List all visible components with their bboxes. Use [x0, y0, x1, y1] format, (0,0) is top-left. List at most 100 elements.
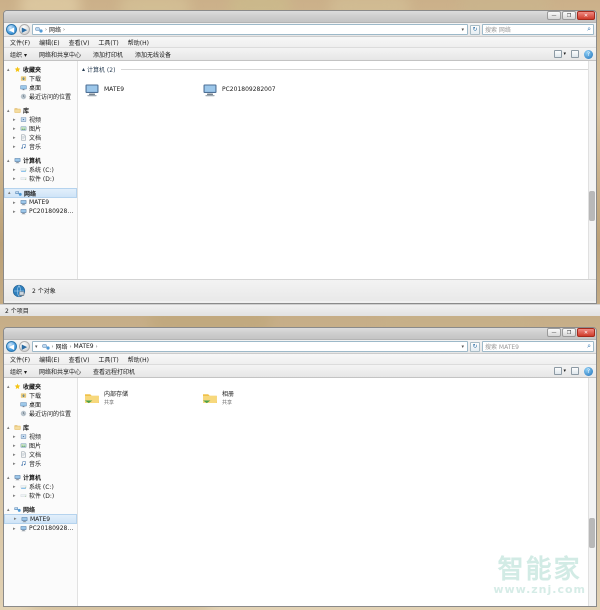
close-button[interactable]: ✕ [577, 11, 595, 20]
sidebar-item-文档[interactable]: ▸ 文档 [4, 133, 77, 143]
menu-view[interactable]: 查看(V) [69, 355, 90, 364]
expand-icon[interactable]: ▸ [13, 484, 18, 490]
toolbar-right-group[interactable]: ▾ ? [554, 49, 593, 59]
expand-icon[interactable]: ▸ [13, 493, 18, 499]
expand-icon[interactable]: ▸ [13, 443, 18, 449]
collapse-icon[interactable]: ▴ [7, 475, 12, 481]
expand-icon[interactable]: ▸ [13, 117, 18, 123]
minimize-button[interactable]: — [547, 11, 561, 20]
menu-bar[interactable]: 文件(F) 编辑(E) 查看(V) 工具(T) 帮助(H) [4, 37, 596, 48]
command-toolbar[interactable]: 组织 ▾ 网络和共享中心 查看远程打印机 ▾ ? [4, 365, 596, 378]
sidebar-item-收藏夹[interactable]: ▴ 收藏夹 [4, 382, 77, 392]
collapse-icon[interactable]: ▴ [7, 384, 12, 390]
organize-button[interactable]: 组织 ▾ [10, 50, 27, 59]
sidebar-item-最近访问的位置[interactable]: 最近访问的位置 [4, 409, 77, 418]
menu-edit[interactable]: 编辑(E) [39, 355, 59, 364]
sidebar-item-图片[interactable]: ▸ 图片 [4, 441, 77, 451]
sidebar-item-PC201809282007[interactable]: ▸ PC201809282007 [4, 524, 77, 533]
address-bar-row[interactable]: ◀ ▶ › 网络 › ▾ ↻ 搜索 网络 ⌕ [4, 23, 596, 37]
recent-locations-icon[interactable]: ▾ [35, 344, 39, 350]
list-item[interactable]: 相册 共享 [202, 386, 320, 410]
expand-icon[interactable]: ▸ [13, 176, 18, 182]
sidebar-item-桌面[interactable]: 桌面 [4, 400, 77, 409]
toolbar-right-group[interactable]: ▾ ? [554, 366, 593, 376]
vertical-scrollbar[interactable] [588, 61, 596, 279]
back-button[interactable]: ◀ [6, 341, 17, 352]
breadcrumb-separator-1[interactable]: › [70, 344, 72, 350]
help-icon[interactable]: ? [584, 49, 593, 59]
menu-file[interactable]: 文件(F) [10, 38, 30, 47]
forward-button[interactable]: ▶ [19, 24, 30, 35]
navigation-pane[interactable]: ▴ 收藏夹 下载 桌面 最近访问的位置 ▴ 库 ▸ 视频 ▸ 图片 ▸ 文档 ▸ 音乐 ▴ 计算机 ▸ 系统 (C:… [4, 378, 78, 606]
explorer-window-network[interactable]: — ❐ ✕ ◀ ▶ › 网络 › ▾ ↻ 搜索 网络 ⌕ 文件(F) 编辑(E)… [3, 10, 597, 304]
collapse-icon[interactable]: ▴ [7, 425, 12, 431]
change-view-button[interactable]: ▾ [554, 367, 566, 375]
expand-icon[interactable]: ▸ [14, 516, 19, 522]
breadcrumb-item-1[interactable]: MATE9 [74, 343, 94, 350]
scrollbar-thumb[interactable] [589, 518, 595, 548]
expand-icon[interactable]: ▸ [13, 167, 18, 173]
address-bar-row[interactable]: ◀ ▶ ▾ › 网络 › MATE9 › ▾ ↻ 搜索 MATE9 ⌕ [4, 340, 596, 354]
address-dropdown-icon[interactable]: ▾ [461, 27, 465, 33]
view-remote-printers-button[interactable]: 查看远程打印机 [93, 367, 135, 376]
chevron-down-icon[interactable]: ▾ [563, 368, 566, 374]
search-box[interactable]: 搜索 MATE9 ⌕ [482, 341, 594, 352]
expand-icon[interactable]: ▸ [13, 209, 18, 215]
back-button[interactable]: ◀ [6, 24, 17, 35]
list-item[interactable]: 内部存储 共享 [84, 386, 202, 410]
file-list-pane[interactable]: 内部存储 共享 相册 共享 智能家 www.znj.com [78, 378, 596, 606]
explorer-window-mate9[interactable]: — ❐ ✕ ◀ ▶ ▾ › 网络 › MATE9 › ▾ ↻ 搜索 MATE9 … [3, 327, 597, 607]
item-tiles[interactable]: MATE9 PC201809282007 [78, 74, 596, 102]
address-bar[interactable]: ▾ › 网络 › MATE9 › ▾ [32, 341, 468, 352]
sidebar-item-音乐[interactable]: ▸ 音乐 [4, 459, 77, 469]
collapse-icon[interactable]: ▴ [7, 108, 12, 114]
sidebar-item-软件 (D:)[interactable]: ▸ 软件 (D:) [4, 491, 77, 501]
sidebar-item-系统 (C:)[interactable]: ▸ 系统 (C:) [4, 482, 77, 492]
sidebar-item-下载[interactable]: 下载 [4, 74, 77, 83]
collapse-icon[interactable]: ▴ [8, 190, 13, 196]
address-dropdown-icon[interactable]: ▾ [461, 344, 465, 350]
expand-icon[interactable]: ▸ [13, 126, 18, 132]
window-controls[interactable]: — ❐ ✕ [547, 11, 595, 20]
titlebar[interactable]: — ❐ ✕ [4, 328, 596, 340]
search-box[interactable]: 搜索 网络 ⌕ [482, 24, 594, 35]
titlebar[interactable]: — ❐ ✕ [4, 11, 596, 23]
sidebar-item-桌面[interactable]: 桌面 [4, 83, 77, 92]
file-list-pane[interactable]: ▴ 计算机 (2) MATE9 PC201809282007 [78, 61, 596, 279]
search-input[interactable]: 搜索 MATE9 [485, 342, 519, 351]
group-header[interactable]: ▴ 计算机 (2) [78, 61, 596, 74]
expand-icon[interactable]: ▸ [13, 434, 18, 440]
window-controls[interactable]: — ❐ ✕ [547, 328, 595, 337]
close-button[interactable]: ✕ [577, 328, 595, 337]
collapse-icon[interactable]: ▴ [7, 67, 12, 73]
menu-file[interactable]: 文件(F) [10, 355, 30, 364]
item-tiles[interactable]: 内部存储 共享 相册 共享 [78, 378, 596, 410]
organize-button[interactable]: 组织 ▾ [10, 367, 27, 376]
sidebar-item-计算机[interactable]: ▴ 计算机 [4, 473, 77, 483]
sidebar-item-音乐[interactable]: ▸ 音乐 [4, 142, 77, 152]
sidebar-item-收藏夹[interactable]: ▴ 收藏夹 [4, 65, 77, 75]
list-item[interactable]: MATE9 [84, 78, 202, 102]
breadcrumb-item-0[interactable]: 网络 [56, 342, 68, 351]
sidebar-item-网络[interactable]: ▴ 网络 [4, 188, 77, 198]
refresh-button[interactable]: ↻ [470, 341, 480, 352]
breadcrumb-separator-end[interactable]: › [96, 344, 98, 350]
network-sharing-center-button[interactable]: 网络和共享中心 [39, 367, 81, 376]
sidebar-item-PC201809282007[interactable]: ▸ PC201809282007 [4, 207, 77, 216]
sidebar-item-MATE9[interactable]: ▸ MATE9 [4, 514, 77, 524]
expand-icon[interactable]: ▸ [13, 135, 18, 141]
address-bar[interactable]: › 网络 › ▾ [32, 24, 468, 35]
sidebar-item-文档[interactable]: ▸ 文档 [4, 450, 77, 460]
chevron-down-icon[interactable]: ▾ [563, 51, 566, 57]
expand-icon[interactable]: ▸ [13, 526, 18, 532]
sidebar-item-网络[interactable]: ▴ 网络 [4, 505, 77, 515]
collapse-icon[interactable]: ▴ [7, 507, 12, 513]
navigation-pane[interactable]: ▴ 收藏夹 下载 桌面 最近访问的位置 ▴ 库 ▸ 视频 ▸ 图片 ▸ 文档 ▸ 音乐 ▴ 计算机 ▸ 系统 (C:… [4, 61, 78, 279]
search-input[interactable]: 搜索 网络 [485, 25, 511, 34]
expand-icon[interactable]: ▸ [13, 461, 18, 467]
sidebar-item-视频[interactable]: ▸ 视频 [4, 115, 77, 125]
add-printer-button[interactable]: 添加打印机 [93, 50, 123, 59]
collapse-icon[interactable]: ▴ [82, 66, 85, 73]
menu-tools[interactable]: 工具(T) [98, 38, 118, 47]
sidebar-item-软件 (D:)[interactable]: ▸ 软件 (D:) [4, 174, 77, 184]
